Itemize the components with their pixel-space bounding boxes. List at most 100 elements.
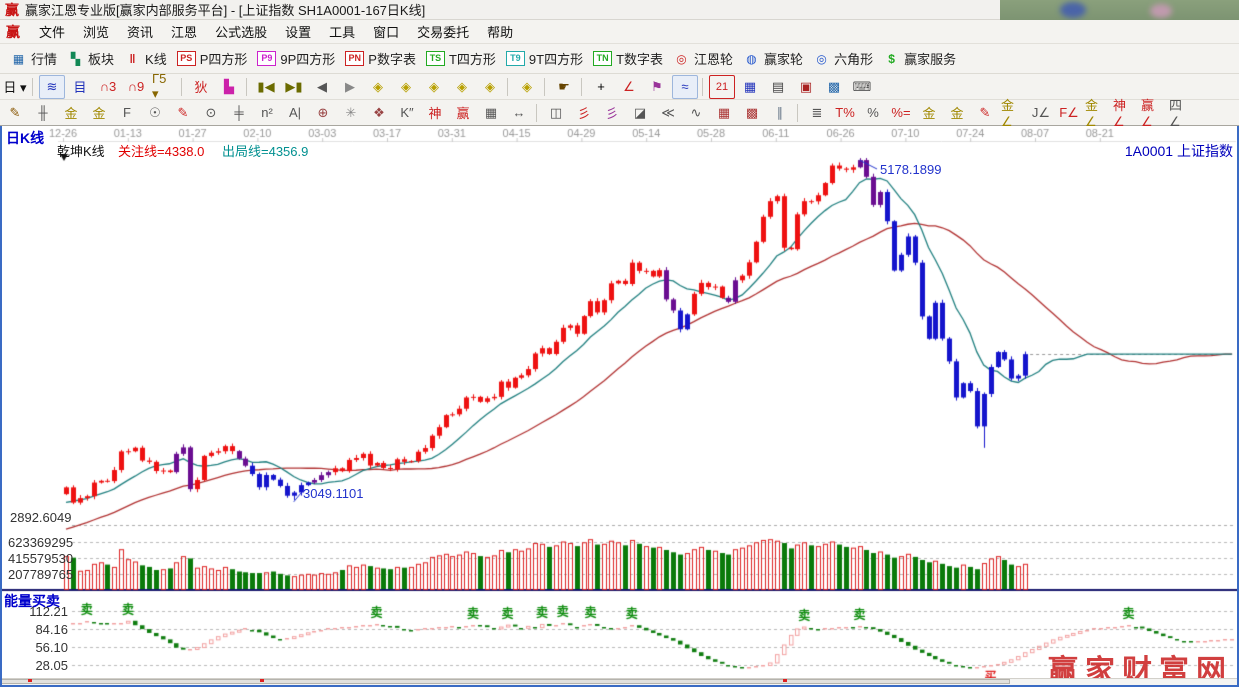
diamond-shift-right-icon[interactable]: ◈ — [393, 75, 419, 99]
draw-gold-lines-1-icon[interactable]: 金 — [58, 101, 84, 125]
draw-n-squared-icon[interactable]: n² — [254, 101, 280, 125]
toolbar-button-p-number-table[interactable]: PN P数字表 — [345, 49, 416, 68]
draw-grid-numbers-icon[interactable]: ▦ — [478, 101, 504, 125]
diamond-widen-icon[interactable]: ◈ — [421, 75, 447, 99]
diamond-narrow-icon[interactable]: ◈ — [449, 75, 475, 99]
draw-spiral-icon[interactable]: ☉ — [142, 101, 168, 125]
draw-hatch-lines-icon[interactable]: ╫ — [30, 101, 56, 125]
toolbar-button-gann-wheel[interactable]: ◎ 江恩轮 — [673, 49, 733, 68]
toolbar-button-9t-square[interactable]: T9 9T四方形 — [505, 49, 583, 68]
draw-v-wave-icon[interactable]: ∿ — [683, 101, 709, 125]
draw-ruler-lines-icon[interactable]: ╪ — [226, 101, 252, 125]
menu-item-news[interactable]: 资讯 — [118, 19, 162, 44]
draw-clock-cycle-icon[interactable]: ⊙ — [198, 101, 224, 125]
menu-item-tools[interactable]: 工具 — [320, 19, 364, 44]
draw-gold-underline-icon[interactable]: 金 — [944, 101, 970, 125]
toolbar-button-label: 板块 — [88, 52, 115, 67]
go-next-icon[interactable]: ▶ — [337, 75, 363, 99]
wave-9-icon[interactable]: ∩9 — [123, 75, 149, 99]
crosshair-icon[interactable]: + — [588, 75, 614, 99]
draw-f-lines-icon[interactable]: F — [114, 101, 140, 125]
t9-box-icon: T9 — [505, 51, 525, 66]
draw-si-angle-icon[interactable]: 四∠ — [1168, 98, 1194, 129]
remote-computer-icon[interactable]: ⌨ — [849, 75, 875, 99]
toolbar-button-hexagon[interactable]: ◎ 六角形 — [813, 49, 873, 68]
toolbar-button-sectors[interactable]: ▚ 板块 — [67, 49, 114, 68]
go-prev-icon[interactable]: ◀ — [309, 75, 335, 99]
draw-red-pen-icon[interactable]: ✎ — [170, 101, 196, 125]
calculator-icon[interactable]: ▦ — [737, 75, 763, 99]
diamond-star-icon[interactable]: ◈ — [477, 75, 503, 99]
draw-j-angle-icon[interactable]: J∠ — [1028, 101, 1054, 125]
toolbar-button-t-number-table[interactable]: TN T数字表 — [593, 49, 663, 68]
draw-fan-square-icon[interactable]: ◪ — [627, 101, 653, 125]
draw-shen-angle-icon[interactable]: 神∠ — [1112, 98, 1138, 129]
draw-price-frame-icon[interactable]: ≣ — [804, 101, 830, 125]
scrollbar-thumb[interactable] — [0, 679, 1010, 684]
menu-item-help[interactable]: 帮助 — [478, 19, 522, 44]
draw-circle-cross-icon[interactable]: ⊕ — [310, 101, 336, 125]
pattern-tool-icon[interactable]: 狄 — [188, 75, 214, 99]
draw-span-arrows-icon[interactable]: ↔ — [506, 101, 532, 125]
toolbar-button-winner-wheel[interactable]: ◍ 赢家轮 — [743, 49, 803, 68]
menu-item-formula-stock-pick[interactable]: 公式选股 — [206, 19, 276, 44]
angle-measure-icon[interactable]: ∠ — [616, 75, 642, 99]
toolbar-button-t-square[interactable]: TS T四方形 — [425, 49, 496, 68]
wave-3-icon[interactable]: ∩3 — [95, 75, 121, 99]
draw-pen-icon[interactable]: ✎ — [2, 101, 28, 125]
title-bar[interactable]: 赢 赢家江恩专业版[赢家内部服务平台] - [上证指数 SH1A0001-167… — [0, 0, 1239, 20]
draw-k-tick-icon[interactable]: K″ — [394, 101, 420, 125]
draw-box-frame-icon[interactable]: ◫ — [543, 101, 569, 125]
draw-gold-lines-2-icon[interactable]: 金 — [86, 101, 112, 125]
save-web-icon[interactable]: ▩ — [821, 75, 847, 99]
diamond-shift-left-icon[interactable]: ◈ — [365, 75, 391, 99]
draw-t-percent-icon[interactable]: T% — [832, 101, 858, 125]
draw-red-grid-icon[interactable]: ▦ — [711, 101, 737, 125]
colored-histogram-icon[interactable]: ▙ — [216, 75, 242, 99]
menu-item-window[interactable]: 窗口 — [364, 19, 408, 44]
toolbar-button-kline[interactable]: ‖ K线 — [124, 49, 167, 68]
draw-arrow-rays-icon[interactable]: ≪ — [655, 101, 681, 125]
draw-f-angle-icon[interactable]: F∠ — [1056, 101, 1082, 125]
draw-fan-rays-icon[interactable]: 彡 — [571, 101, 597, 125]
go-first-icon[interactable]: ▮◀ — [253, 75, 279, 99]
draw-gold-angle-2-icon[interactable]: 金∠ — [1084, 98, 1110, 129]
menu-item-view[interactable]: 浏览 — [74, 19, 118, 44]
diamond-center-icon[interactable]: ◈ — [514, 75, 540, 99]
calendar-21-icon[interactable]: 21 — [709, 74, 735, 99]
cloud-tool-icon[interactable]: ≈ — [672, 74, 698, 99]
kline-period-dropdown-icon[interactable]: 日 ▾ — [2, 75, 28, 99]
menu-item-settings[interactable]: 设置 — [276, 19, 320, 44]
draw-ying-angle-icon[interactable]: 赢∠ — [1140, 98, 1166, 129]
toolbar-button-9p-square[interactable]: P9 9P四方形 — [257, 49, 335, 68]
info-list-icon[interactable]: 目 — [67, 75, 93, 99]
draw-percent-icon[interactable]: % — [860, 101, 886, 125]
draw-red-grid-2-icon[interactable]: ▩ — [739, 101, 765, 125]
toolbar-button-quotes[interactable]: ▦ 行情 — [10, 49, 57, 68]
notepad-icon[interactable]: ▤ — [765, 75, 791, 99]
go-last-icon[interactable]: ▶▮ — [281, 75, 307, 99]
draw-shen-tool-icon[interactable]: 神 — [422, 101, 448, 125]
draw-fan-box-icon[interactable]: 彡 — [599, 101, 625, 125]
save-disk-icon[interactable]: ▣ — [793, 75, 819, 99]
draw-web-square-icon[interactable]: ❖ — [366, 101, 392, 125]
toolbar-button-p-square[interactable]: PS P四方形 — [176, 49, 247, 68]
draw-gold-angle-1-icon[interactable]: 金∠ — [1000, 98, 1026, 129]
draw-slant-lines-icon[interactable]: ∥ — [767, 101, 793, 125]
flag-tool-icon[interactable]: ⚑ — [644, 75, 670, 99]
menu-item-file[interactable]: 文件 — [30, 19, 74, 44]
hand-pan-icon[interactable]: ☛ — [551, 75, 577, 99]
toolbar-button-winner-service[interactable]: $ 赢家服务 — [883, 49, 956, 68]
draw-gold-circle-icon[interactable]: 金 — [916, 101, 942, 125]
draw-ying-tool-icon[interactable]: 赢 — [450, 101, 476, 125]
menu-item-trade-order[interactable]: 交易委托 — [408, 19, 478, 44]
menu-item-gann[interactable]: 江恩 — [162, 19, 206, 44]
indicator-name-label: 乾坤K线 — [57, 144, 105, 159]
step-5-dropdown-icon[interactable]: Γ5 ▾ — [151, 71, 177, 101]
draw-brush-mark-icon[interactable]: ✎ — [972, 101, 998, 125]
zigzag-tool-icon[interactable]: ≋ — [39, 74, 65, 99]
draw-star-web-icon[interactable]: ✳ — [338, 101, 364, 125]
draw-a-mirror-icon[interactable]: A| — [282, 101, 308, 125]
horizontal-scrollbar[interactable] — [0, 678, 1239, 685]
draw-percent-line-icon[interactable]: %= — [888, 101, 914, 125]
